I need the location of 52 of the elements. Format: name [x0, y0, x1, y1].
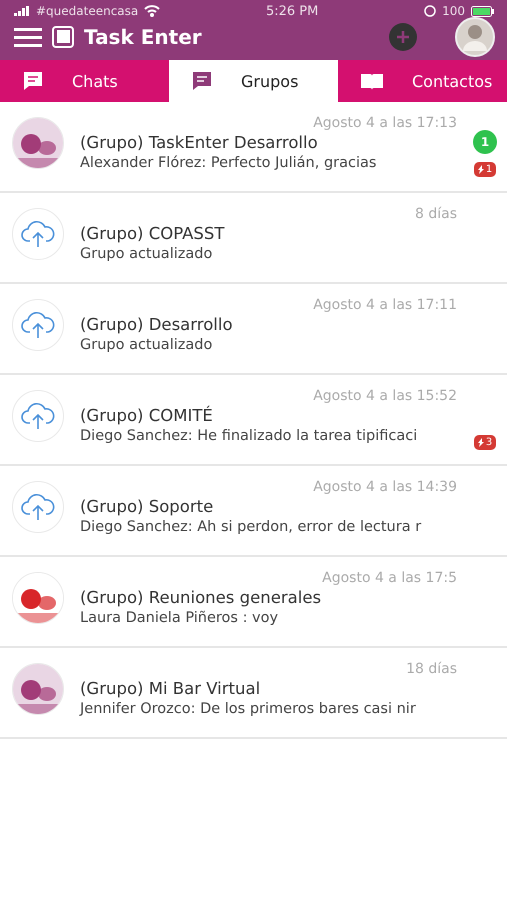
group-row[interactable]: 8 días (Grupo) COPASST Grupo actualizado	[0, 193, 507, 284]
battery-icon	[471, 6, 495, 16]
profile-avatar[interactable]	[455, 17, 495, 57]
wifi-icon	[144, 5, 160, 17]
message-time: Agosto 4 a las 14:39	[313, 478, 457, 494]
app-title: Task Enter	[84, 25, 202, 49]
group-name: (Grupo) COMITÉ	[80, 406, 214, 424]
message-time: Agosto 4 a las 17:5	[322, 570, 457, 586]
message-preview: Jennifer Orozco: De los primeros bares casi nir	[80, 700, 417, 716]
group-row[interactable]: Agosto 4 a las 14:39 (Grupo) Soporte Diego Sanchez: Ah si perdon, error de lectura r	[0, 466, 507, 557]
message-time: Agosto 4 a las 15:52	[313, 388, 457, 404]
message-preview: Laura Daniela Piñeros : voy	[80, 610, 280, 626]
group-row[interactable]: 18 días (Grupo) Mi Bar Virtual Jennifer Orozco: De los primeros bares casi nir	[0, 648, 507, 739]
message-preview: Grupo actualizado	[80, 336, 214, 352]
message-time: 8 días	[414, 206, 457, 222]
book-icon	[360, 71, 384, 91]
bolt-icon	[478, 438, 484, 447]
message-time: Agosto 4 a las 17:11	[313, 296, 457, 312]
battery-percent: 100	[442, 4, 465, 18]
bolt-icon	[478, 165, 484, 174]
alert-number: 1	[486, 164, 492, 175]
cloud-upload-icon	[21, 400, 55, 430]
logo-icon	[52, 26, 74, 48]
cloud-upload-icon	[21, 218, 55, 248]
tab[interactable]: Chats	[0, 60, 169, 102]
chat-icon	[22, 70, 44, 92]
clock-time: 5:26 PM	[266, 4, 318, 18]
group-row[interactable]: Agosto 4 a las 15:52 (Grupo) COMITÉ Diego Sanchez: He finalizado la tarea tipificaci 3	[0, 375, 507, 466]
group-row[interactable]: Agosto 4 a las 17:13 (Grupo) TaskEnter Desarrollo Alexander Flórez: Perfecto Julián, gracias 1 1	[0, 102, 507, 193]
group-row[interactable]: Agosto 4 a las 17:11 (Grupo) Desarrollo Grupo actualizado	[0, 284, 507, 375]
signal-icon	[14, 6, 30, 16]
message-time: 18 días	[406, 660, 457, 676]
group-name: (Grupo) COPASST	[80, 224, 226, 242]
carrier-text: #quedateencasa	[36, 4, 138, 18]
tab[interactable]: Contactos	[338, 60, 507, 102]
message-preview: Alexander Flórez: Perfecto Julián, gracias	[80, 154, 378, 170]
menu-icon[interactable]	[14, 27, 42, 47]
group-name: (Grupo) TaskEnter Desarrollo	[80, 132, 319, 152]
group-name: (Grupo) Desarrollo	[80, 314, 234, 334]
cloud-upload-icon	[21, 310, 55, 340]
group-name: (Grupo) Reuniones generales	[80, 588, 322, 606]
message-time: Agosto 4 a las 17:13	[313, 114, 457, 130]
chat-icon	[191, 70, 213, 92]
group-name: (Grupo) Soporte	[80, 496, 214, 516]
message-preview: Diego Sanchez: He finalizado la tarea tipificaci	[80, 428, 418, 444]
message-preview: Grupo actualizado	[80, 246, 214, 262]
group-row[interactable]: Agosto 4 a las 17:5 (Grupo) Reuniones generales Laura Daniela Piñeros : voy	[0, 557, 507, 648]
unread-count: 1	[473, 130, 497, 154]
cloud-upload-icon	[21, 492, 55, 522]
alert-number: 3	[486, 437, 492, 448]
message-preview: Diego Sanchez: Ah si perdon, error de lectura r	[80, 518, 422, 534]
group-name: (Grupo) Mi Bar Virtual	[80, 678, 262, 698]
